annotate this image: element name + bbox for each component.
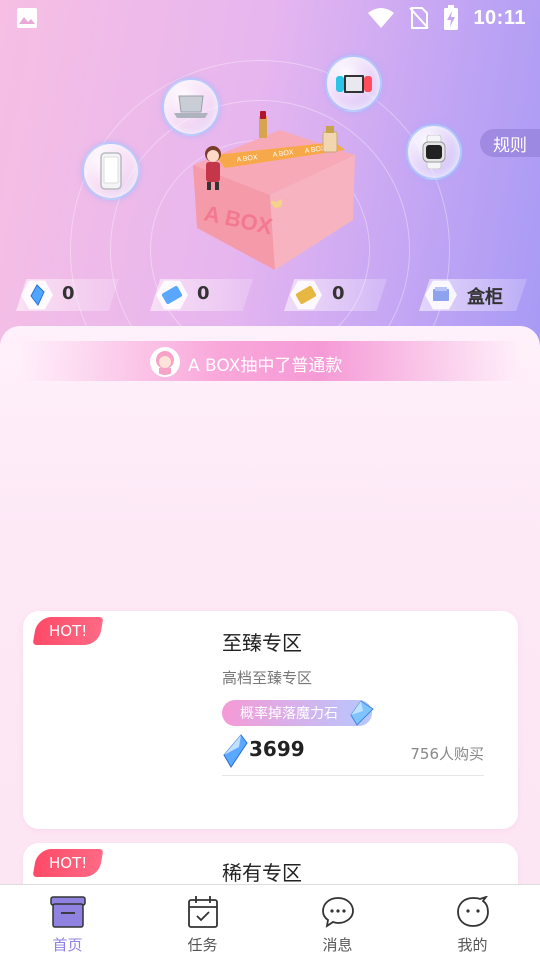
nav-profile[interactable]: 我的	[405, 885, 540, 960]
calendar-check-icon	[185, 894, 221, 930]
winner-marquee: A BOX抽中了普通款	[20, 341, 520, 381]
currency-row: 0 0 0 盒柜	[0, 279, 540, 313]
gold-card-icon	[289, 278, 323, 312]
marquee-text: A BOX抽中了普通款	[188, 356, 343, 376]
crystal-icon	[223, 734, 248, 768]
zone-card-premium[interactable]: HOT! 至臻专区 高档至臻专区 概率掉落魔力石 3699 756人购买	[23, 611, 518, 829]
no-sim-icon	[409, 7, 430, 29]
prize-console-bubble[interactable]	[325, 55, 382, 112]
hot-badge: HOT!	[32, 617, 104, 645]
nav-home[interactable]: 首页	[0, 885, 135, 960]
buyers-count: 756人购买	[410, 745, 484, 763]
crystal-icon	[350, 700, 374, 726]
card-price: 3699	[249, 737, 305, 761]
currency-crystal-value: 0	[62, 283, 75, 304]
rules-button[interactable]: 规则	[480, 129, 540, 157]
nav-tasks[interactable]: 任务	[135, 885, 270, 960]
currency-gold-value: 0	[332, 283, 345, 304]
status-time: 10:11	[473, 6, 526, 29]
prize-watch-bubble[interactable]	[406, 124, 462, 180]
hero-banner: 10:11 A BOX A BOX A BOX A BOX 规则 0 0 0 盒…	[0, 0, 540, 360]
nav-messages[interactable]: 消息	[270, 885, 405, 960]
prize-phone-bubble[interactable]	[82, 142, 140, 200]
game-console-icon	[335, 74, 372, 93]
nav-messages-label: 消息	[322, 936, 353, 954]
card-subtitle: 高档至臻专区	[222, 669, 313, 687]
crystal-icon	[20, 278, 54, 312]
status-bar: 10:11	[0, 0, 540, 36]
mystery-box-image[interactable]: A BOX A BOX A BOX A BOX	[185, 110, 360, 275]
profile-face-icon	[455, 894, 491, 930]
battery-charging-icon	[444, 5, 459, 30]
bottom-nav: 首页 任务 消息 我的	[0, 884, 540, 960]
ticket-icon	[155, 278, 189, 312]
card-title: 至臻专区	[222, 631, 302, 655]
avatar	[150, 347, 180, 377]
hot-badge: HOT!	[32, 849, 104, 877]
currency-ticket-value: 0	[197, 283, 210, 304]
cabinet-label: 盒柜	[467, 287, 503, 308]
card-title: 稀有专区	[222, 861, 302, 885]
nav-home-label: 首页	[52, 936, 83, 954]
phone-icon	[100, 152, 122, 190]
nav-profile-label: 我的	[457, 936, 488, 954]
home-box-icon	[49, 894, 86, 930]
cabinet-icon	[424, 278, 458, 312]
nav-tasks-label: 任务	[187, 936, 218, 954]
watch-icon	[422, 135, 446, 169]
wifi-icon	[368, 8, 395, 28]
chat-bubble-icon	[320, 894, 356, 930]
divider	[222, 775, 484, 776]
gallery-icon	[17, 8, 37, 28]
